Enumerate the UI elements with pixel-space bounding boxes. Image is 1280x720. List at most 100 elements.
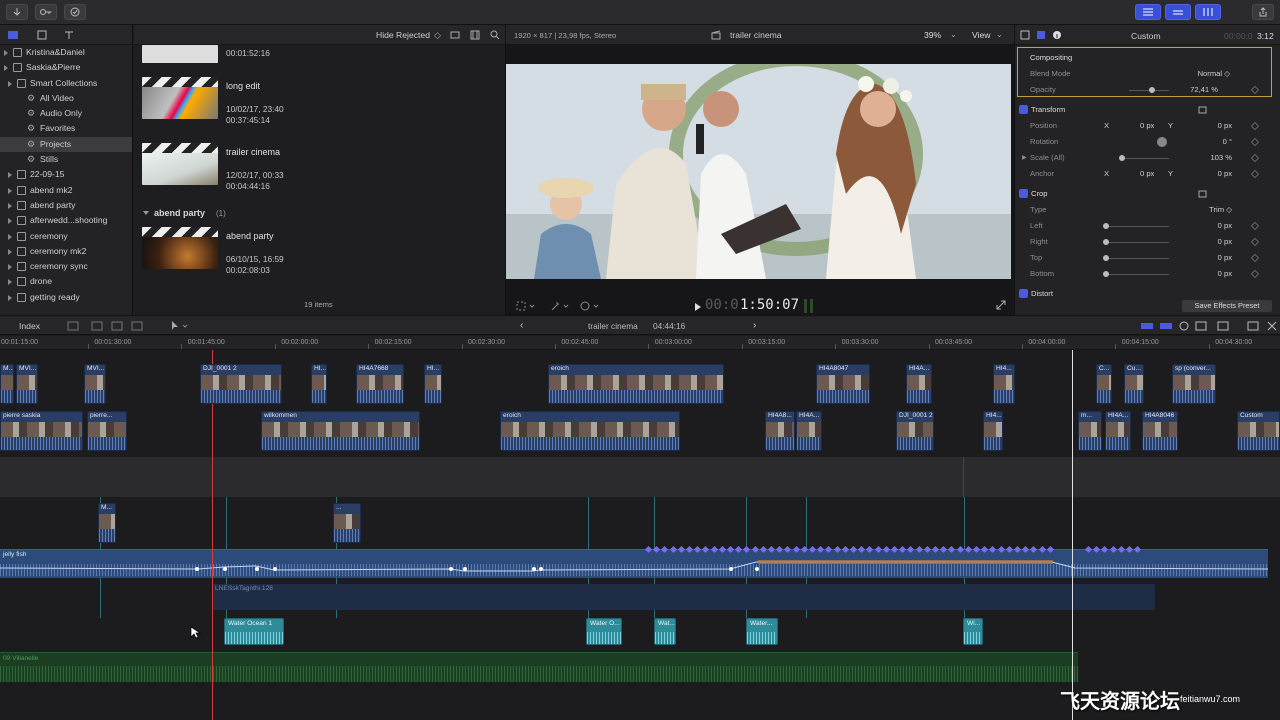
connected-clip[interactable]: sp (conver... xyxy=(1172,364,1216,404)
show-libraries-button[interactable] xyxy=(1135,4,1161,20)
volume-keyframe[interactable] xyxy=(448,567,453,571)
storyline-clip[interactable]: HI4A8... xyxy=(765,411,795,451)
rotation-dial[interactable] xyxy=(1157,137,1167,147)
sidebar-item[interactable]: ⚙ Projects xyxy=(0,136,132,153)
water-audio-clip[interactable]: Water... xyxy=(746,618,778,645)
sidebar-item[interactable]: ceremony sync xyxy=(0,259,132,274)
edit-buttons-icon[interactable] xyxy=(66,320,156,332)
clip-thumbnail-long-edit[interactable] xyxy=(142,77,218,119)
connected-clip[interactable]: HI... xyxy=(424,364,442,404)
crop-onscreen-icon[interactable] xyxy=(1198,190,1208,198)
disclosure-icon[interactable] xyxy=(8,294,12,301)
connected-clip[interactable]: ... xyxy=(333,503,361,543)
scale-disclosure-icon[interactable]: ▶ xyxy=(1022,150,1027,166)
storyline-clip[interactable]: pierre saskia xyxy=(0,411,83,451)
volume-keyframe[interactable] xyxy=(462,567,467,571)
rotation-row[interactable]: Rotation 0 ° xyxy=(1015,134,1280,150)
volume-keyframe[interactable] xyxy=(272,567,277,571)
anchor-row[interactable]: Anchor X 0 px Y 0 px xyxy=(1015,166,1280,182)
storyline-clip[interactable]: HI4... xyxy=(983,411,1003,451)
retime-icon[interactable] xyxy=(580,301,602,311)
crop-header[interactable]: Crop xyxy=(1015,186,1280,202)
blend-mode-row[interactable]: Blend Mode Normal ◇ xyxy=(1015,66,1280,82)
disclosure-icon[interactable] xyxy=(8,172,12,179)
storyline-clip[interactable]: wilkommen xyxy=(261,411,420,451)
disclosure-icon[interactable] xyxy=(4,65,8,72)
scale-row[interactable]: ▶ Scale (All) 103 % xyxy=(1015,150,1280,166)
connected-clip[interactable]: M... xyxy=(0,364,14,404)
view-menu[interactable]: View xyxy=(972,30,990,40)
sidebar-item[interactable]: ⚙ All Video xyxy=(0,91,132,106)
water-audio-clip[interactable]: Water O... xyxy=(586,618,622,645)
volume-keyframe[interactable] xyxy=(728,567,733,571)
sidebar-item[interactable]: Saskia&Pierre xyxy=(0,60,132,75)
music-track[interactable]: jelly fish xyxy=(0,549,1268,578)
sidebar-item[interactable]: Kristina&Daniel xyxy=(0,45,132,60)
video-inspector-icon[interactable] xyxy=(1020,30,1030,40)
playhead[interactable] xyxy=(1072,350,1073,720)
storyline-clip[interactable]: HI4A... xyxy=(1105,411,1131,451)
timeline-tracks[interactable]: jelly fish LNESskTagnthi.128 09 Villanel… xyxy=(0,350,1280,720)
storyline-clip[interactable]: Custom xyxy=(1237,411,1280,451)
water-audio-clip[interactable]: Wi... xyxy=(963,618,983,645)
disclosure-icon[interactable] xyxy=(8,202,12,209)
transform-tool-icon[interactable] xyxy=(516,301,538,311)
crop-left-row[interactable]: Left 0 px xyxy=(1015,218,1280,234)
enhance-icon[interactable] xyxy=(550,301,572,311)
sidebar-item[interactable]: abend mk2 xyxy=(0,183,132,198)
volume-keyframe[interactable] xyxy=(754,567,759,571)
disclosure-icon[interactable] xyxy=(8,80,12,87)
volume-keyframe[interactable] xyxy=(531,567,536,571)
titles-icon[interactable] xyxy=(63,29,75,41)
connected-clip[interactable]: C... xyxy=(1096,364,1112,404)
storyline-clip[interactable]: DJI_0001 2 xyxy=(896,411,934,451)
disclosure-icon[interactable] xyxy=(8,264,12,271)
sidebar-item[interactable]: ceremony xyxy=(0,229,132,244)
connected-clip[interactable]: HI... xyxy=(311,364,327,404)
connected-clip[interactable]: DJI_0001 2 xyxy=(200,364,282,404)
timecode-display[interactable]: 1:50:07 xyxy=(740,297,799,313)
connected-clip[interactable]: MVI... xyxy=(84,364,106,404)
sidebar-item[interactable]: abend party xyxy=(0,198,132,213)
connected-clip[interactable]: MVI... xyxy=(16,364,38,404)
volume-curve[interactable] xyxy=(0,550,1268,579)
connected-clip[interactable]: HI4A... xyxy=(906,364,932,404)
history-forward-icon[interactable]: › xyxy=(753,320,756,331)
audio-inspector-icon[interactable] xyxy=(1036,30,1046,40)
sidebar-item[interactable]: Smart Collections xyxy=(0,76,132,91)
song-track[interactable]: 09 Villanelle xyxy=(0,652,1078,682)
storyline-clip[interactable]: pierre... xyxy=(87,411,127,451)
crop-top-row[interactable]: Top 0 px xyxy=(1015,250,1280,266)
group-disclosure-icon[interactable] xyxy=(143,211,149,215)
storyline-clip[interactable]: eroich xyxy=(500,411,680,451)
show-timeline-button[interactable] xyxy=(1165,4,1191,20)
fullscreen-icon[interactable] xyxy=(995,299,1007,311)
timeline-view-options-icon[interactable] xyxy=(1140,320,1278,332)
storyline-clip[interactable]: HI4A... xyxy=(796,411,822,451)
disclosure-icon[interactable] xyxy=(8,187,12,194)
transform-onscreen-icon[interactable] xyxy=(1198,106,1208,114)
keywords-button[interactable] xyxy=(35,4,57,20)
sidebar-item[interactable]: ceremony mk2 xyxy=(0,244,132,259)
info-inspector-icon[interactable] xyxy=(1052,30,1062,40)
clip-appearance-icon[interactable] xyxy=(450,30,460,40)
opacity-slider[interactable] xyxy=(1129,87,1169,93)
distort-checkbox[interactable] xyxy=(1019,289,1028,298)
volume-keyframe[interactable] xyxy=(538,567,543,571)
water-audio-clip[interactable]: Water Ocean 1 xyxy=(224,618,284,645)
zoom-menu[interactable]: 39% xyxy=(924,30,941,40)
crop-right-row[interactable]: Right 0 px xyxy=(1015,234,1280,250)
select-tool-icon[interactable] xyxy=(170,320,190,332)
sidebar-item[interactable]: getting ready xyxy=(0,290,132,305)
sidebar-item[interactable]: ⚙ Stills xyxy=(0,152,132,167)
clip-thumbnail-trailer-cinema[interactable] xyxy=(142,143,218,185)
disclosure-icon[interactable] xyxy=(8,248,12,255)
transform-checkbox[interactable] xyxy=(1019,105,1028,114)
clip-thumbnail-abend-party[interactable] xyxy=(142,227,218,269)
hide-rejected-filter[interactable]: Hide Rejected xyxy=(376,30,430,40)
sidebar-item[interactable]: ⚙ Audio Only xyxy=(0,106,132,121)
volume-keyframe[interactable] xyxy=(254,567,259,571)
volume-keyframe[interactable] xyxy=(222,567,227,571)
connected-clip[interactable]: Cu... xyxy=(1124,364,1144,404)
disclosure-icon[interactable] xyxy=(8,233,12,240)
